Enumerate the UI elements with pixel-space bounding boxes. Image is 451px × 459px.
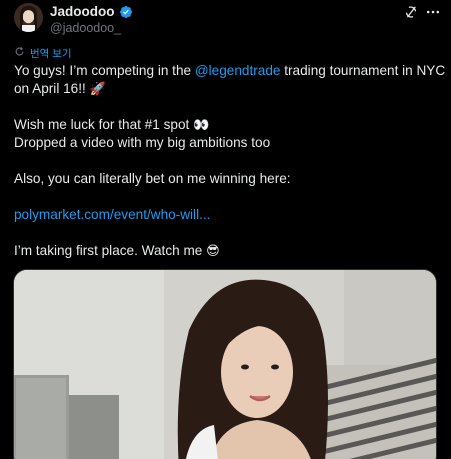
video-thumbnail[interactable] bbox=[13, 269, 437, 459]
translate-label[interactable]: 번역 보기 bbox=[30, 46, 72, 61]
tweet-text: I’m taking first place. Watch me bbox=[14, 243, 207, 258]
tweet-line-4: Dropped a video with my big ambitions to… bbox=[14, 135, 271, 150]
grok-icon[interactable] bbox=[402, 3, 420, 21]
tweet: Jadoodoo @jadoodoo_ 번역 보기 Yo guys! I’m c… bbox=[0, 0, 451, 459]
tweet-text: trading tournament in NYC bbox=[280, 63, 446, 78]
tweet-line-3: Wish me luck for that #1 spot 👀 bbox=[14, 116, 209, 134]
display-name-row: Jadoodoo bbox=[50, 4, 133, 19]
rocket-emoji: 🚀 bbox=[89, 82, 106, 97]
tweet-line-6: I’m taking first place. Watch me 😎 bbox=[14, 242, 220, 260]
translate-link[interactable]: 번역 보기 bbox=[14, 44, 72, 62]
avatar[interactable] bbox=[14, 3, 43, 32]
translate-icon bbox=[14, 44, 25, 62]
tweet-text: on April 16!! bbox=[14, 81, 90, 96]
tweet-line-2: on April 16!! 🚀 bbox=[14, 80, 106, 98]
mention-link[interactable]: @legendtrade bbox=[195, 63, 281, 78]
verified-badge-icon bbox=[119, 5, 133, 19]
user-handle[interactable]: @jadoodoo_ bbox=[50, 21, 121, 35]
tweet-line-5: Also, you can literally bet on me winnin… bbox=[14, 171, 291, 186]
polymarket-link[interactable]: polymarket.com/event/who-will... bbox=[14, 206, 210, 223]
tweet-text: Wish me luck for that #1 spot bbox=[14, 117, 194, 132]
tweet-line-1: Yo guys! I’m competing in the @legendtra… bbox=[14, 62, 445, 79]
eyes-emoji: 👀 bbox=[193, 118, 210, 133]
sunglasses-emoji: 😎 bbox=[206, 244, 220, 259]
tweet-text: Yo guys! I’m competing in the bbox=[14, 63, 195, 78]
more-icon[interactable] bbox=[424, 3, 442, 21]
display-name[interactable]: Jadoodoo bbox=[50, 4, 115, 19]
